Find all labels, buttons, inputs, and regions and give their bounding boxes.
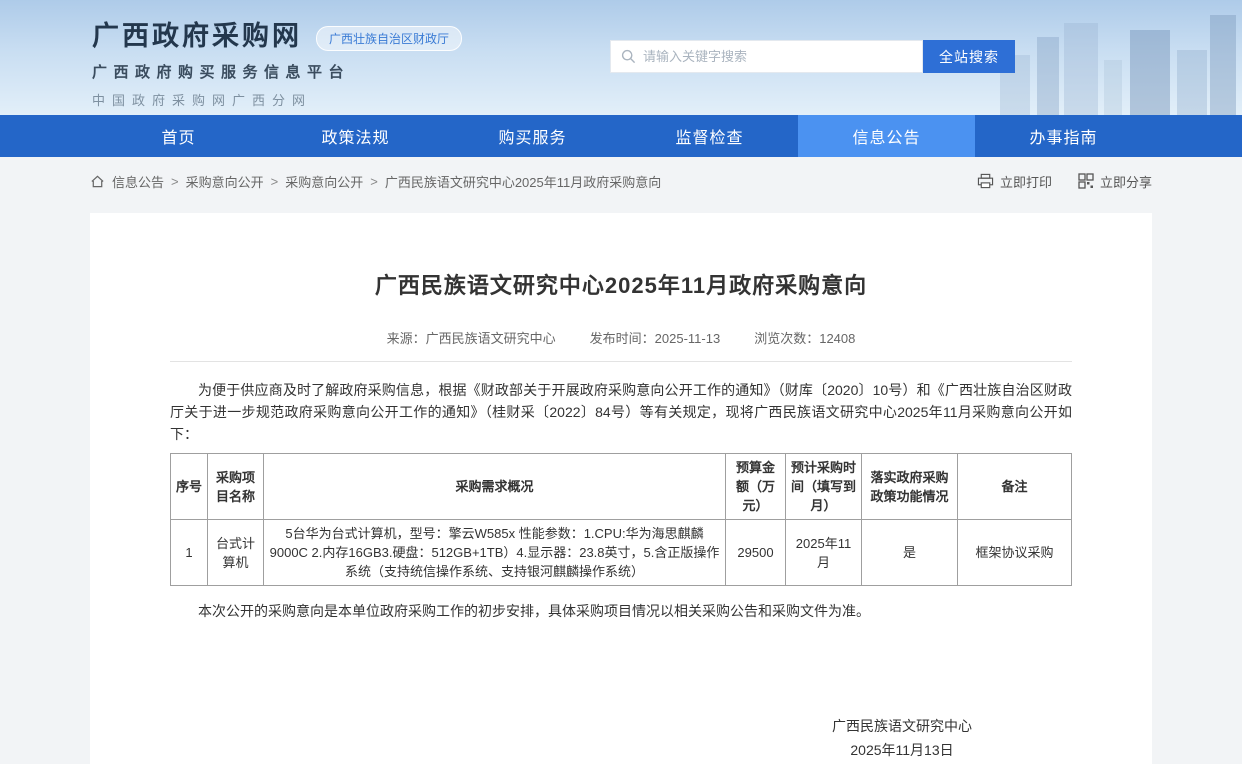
breadcrumb-item-intent-open-1[interactable]: 采购意向公开 — [186, 172, 264, 191]
meta-publish-value: 2025-11-13 — [655, 331, 721, 346]
meta-source-value: 广西民族语文研究中心 — [426, 331, 556, 346]
col-header-project-name: 采购项目名称 — [208, 454, 264, 520]
breadcrumb-item-intent-open-2[interactable]: 采购意向公开 — [285, 172, 363, 191]
site-logo: 广西政府采购网 广西壮族自治区财政厅 广西政府购买服务信息平台 中国政府采购网广… — [92, 22, 462, 109]
authority-badge: 广西壮族自治区财政厅 — [316, 26, 462, 51]
cell-policy: 是 — [862, 520, 958, 586]
intro-paragraph: 为便于供应商及时了解政府采购信息，根据《财政部关于开展政府采购意向公开工作的通知… — [170, 379, 1072, 445]
search-area: 全站搜索 — [610, 40, 1015, 73]
meta-views-label: 浏览次数： — [754, 331, 819, 346]
meta-publish-label: 发布时间： — [590, 331, 655, 346]
col-header-policy: 落实政府采购政策功能情况 — [862, 454, 958, 520]
print-button[interactable]: 立即打印 — [977, 172, 1052, 191]
cell-note: 框架协议采购 — [958, 520, 1072, 586]
col-header-demand-overview: 采购需求概况 — [264, 454, 726, 520]
meta-source-label: 来源： — [387, 331, 426, 346]
breadcrumb-bar: 信息公告 > 采购意向公开 > 采购意向公开 > 广西民族语文研究中心2025年… — [90, 157, 1152, 205]
printer-icon — [977, 173, 994, 189]
col-header-note: 备注 — [958, 454, 1072, 520]
main-nav: 首页 政策法规 购买服务 监督检查 信息公告 办事指南 — [0, 115, 1242, 157]
article-card: 广西民族语文研究中心2025年11月政府采购意向 来源：广西民族语文研究中心 发… — [90, 213, 1152, 764]
site-title: 广西政府采购网 — [92, 22, 302, 52]
nav-item-guide[interactable]: 办事指南 — [975, 115, 1152, 157]
col-header-seq: 序号 — [171, 454, 208, 520]
nav-item-purchase-services[interactable]: 购买服务 — [444, 115, 621, 157]
cell-project-name: 台式计算机 — [208, 520, 264, 586]
cell-demand-overview: 5台华为台式计算机，型号：擎云W585x 性能参数：1.CPU:华为海思麒麟90… — [264, 520, 726, 586]
col-header-expected-time: 预计采购时间（填写到月） — [786, 454, 862, 520]
nav-item-supervision[interactable]: 监督检查 — [621, 115, 798, 157]
breadcrumb: 信息公告 > 采购意向公开 > 采购意向公开 > 广西民族语文研究中心2025年… — [90, 172, 661, 191]
home-icon — [90, 174, 105, 189]
nav-item-home[interactable]: 首页 — [90, 115, 267, 157]
cell-budget: 29500 — [726, 520, 786, 586]
site-subtitle: 广西政府购买服务信息平台 — [92, 61, 462, 82]
article-meta: 来源：广西民族语文研究中心 发布时间：2025-11-13 浏览次数：12408 — [170, 328, 1072, 347]
breadcrumb-separator: > — [271, 174, 279, 189]
site-search-button[interactable]: 全站搜索 — [923, 40, 1015, 73]
meta-publish-time: 发布时间：2025-11-13 — [590, 328, 721, 347]
breadcrumb-separator: > — [370, 174, 378, 189]
signature-org: 广西民族语文研究中心 — [832, 714, 972, 738]
print-label: 立即打印 — [1000, 172, 1052, 191]
city-skyline-decoration — [982, 0, 1242, 115]
page-title: 广西民族语文研究中心2025年11月政府采购意向 — [170, 268, 1072, 300]
share-label: 立即分享 — [1100, 172, 1152, 191]
meta-source: 来源：广西民族语文研究中心 — [387, 328, 556, 347]
search-input[interactable] — [643, 49, 912, 64]
signature-block: 广西民族语文研究中心 2025年11月13日 — [792, 714, 1012, 762]
site-subtext: 中国政府采购网广西分网 — [92, 90, 462, 109]
cell-expected-time: 2025年11月 — [786, 520, 862, 586]
procurement-intent-table: 序号 采购项目名称 采购需求概况 预算金额（万元） 预计采购时间（填写到月） 落… — [170, 453, 1072, 586]
breadcrumb-item-current: 广西民族语文研究中心2025年11月政府采购意向 — [385, 172, 661, 191]
search-box — [610, 40, 923, 73]
table-row: 1 台式计算机 5台华为台式计算机，型号：擎云W585x 性能参数：1.CPU:… — [171, 520, 1072, 586]
col-header-budget: 预算金额（万元） — [726, 454, 786, 520]
meta-views-value: 12408 — [819, 331, 855, 346]
search-icon — [621, 49, 636, 64]
title-divider — [170, 361, 1072, 362]
nav-item-policies[interactable]: 政策法规 — [267, 115, 444, 157]
signature-date: 2025年11月13日 — [850, 738, 953, 762]
share-button[interactable]: 立即分享 — [1078, 172, 1152, 191]
nav-item-announcements[interactable]: 信息公告 — [798, 115, 975, 157]
qrcode-icon — [1078, 173, 1094, 189]
breadcrumb-item-announcements[interactable]: 信息公告 — [112, 172, 164, 191]
cell-seq: 1 — [171, 520, 208, 586]
table-header-row: 序号 采购项目名称 采购需求概况 预算金额（万元） 预计采购时间（填写到月） 落… — [171, 454, 1072, 520]
site-header: 广西政府采购网 广西壮族自治区财政厅 广西政府购买服务信息平台 中国政府采购网广… — [0, 0, 1242, 115]
page-actions: 立即打印 立即分享 — [977, 172, 1152, 191]
meta-views: 浏览次数：12408 — [754, 328, 855, 347]
breadcrumb-separator: > — [171, 174, 179, 189]
closing-paragraph: 本次公开的采购意向是本单位政府采购工作的初步安排，具体采购项目情况以相关采购公告… — [170, 600, 1072, 622]
